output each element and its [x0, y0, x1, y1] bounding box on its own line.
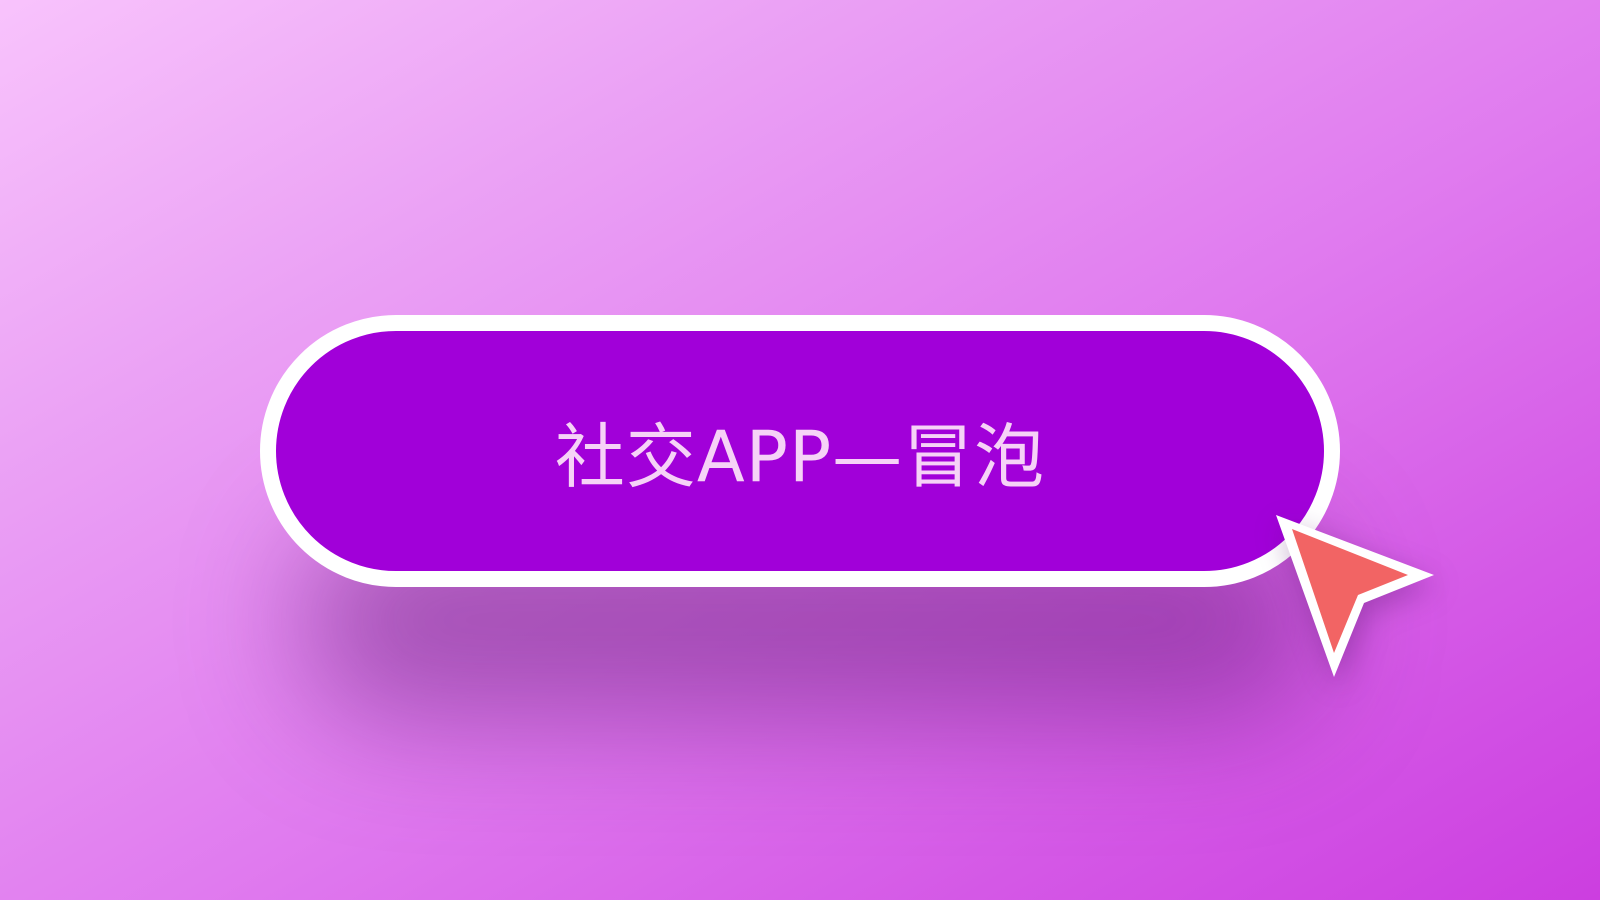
social-app-bubble-button[interactable]: 社交APP—冒泡	[260, 315, 1340, 587]
cursor-arrow-icon	[1276, 515, 1434, 677]
button-label: 社交APP—冒泡	[554, 415, 1046, 498]
